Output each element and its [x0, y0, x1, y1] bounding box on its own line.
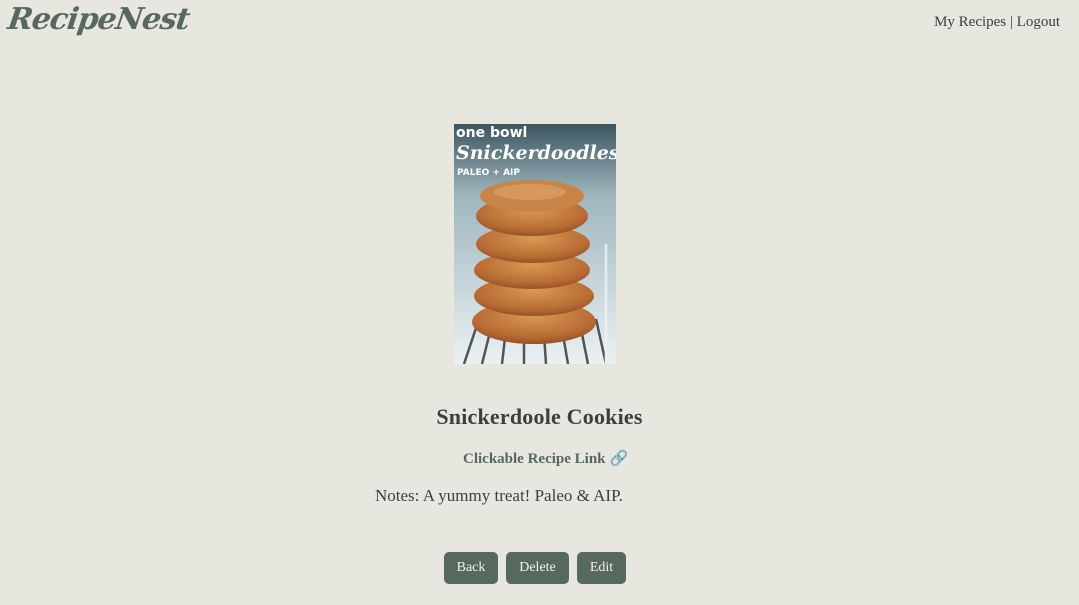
delete-button[interactable]: Delete	[506, 552, 569, 584]
link-icon: 🔗	[609, 451, 629, 467]
logout-link[interactable]: Logout	[1017, 14, 1060, 30]
nav-separator: |	[1009, 14, 1013, 30]
top-nav: My Recipes | Logout	[934, 14, 1060, 31]
edit-button[interactable]: Edit	[577, 552, 626, 584]
image-caption-line2: Snickerdoodles	[456, 142, 616, 164]
recipe-notes: Notes: A yummy treat! Paleo & AIP.	[375, 486, 623, 505]
recipe-image: one bowl Snickerdoodles PALEO + AIP	[454, 124, 616, 364]
image-caption-line1: one bowl	[456, 125, 527, 141]
recipe-link[interactable]: Clickable Recipe Link 🔗	[463, 449, 628, 468]
back-button[interactable]: Back	[444, 552, 498, 584]
logo[interactable]: RecipeNest	[6, 2, 192, 37]
recipe-title: Snickerdoole Cookies	[436, 404, 643, 429]
image-caption-line3: PALEO + AIP	[457, 168, 520, 178]
recipe-link-label: Clickable Recipe Link	[463, 451, 606, 467]
my-recipes-link[interactable]: My Recipes	[934, 14, 1006, 30]
